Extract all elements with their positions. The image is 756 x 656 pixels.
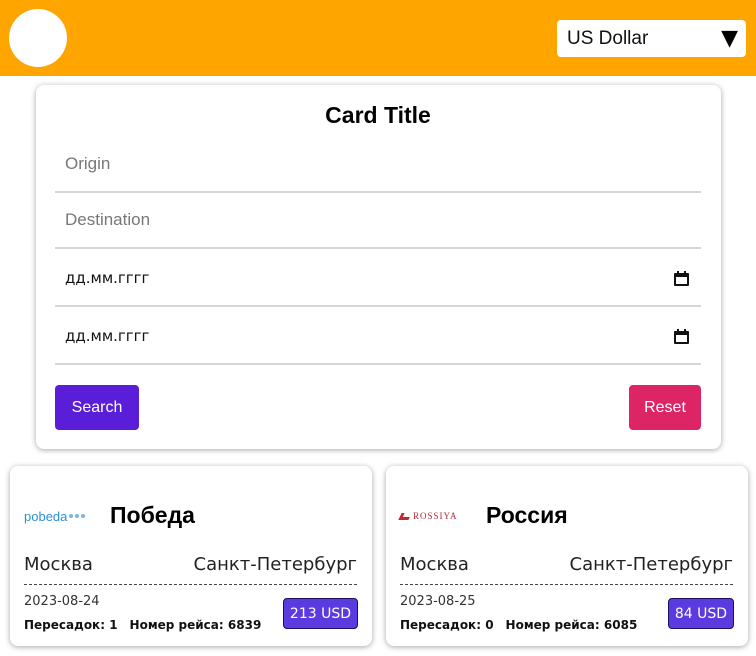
flight-number-label: Номер рейса: — [505, 618, 600, 632]
destination-placeholder: Destination — [65, 210, 151, 229]
currency-selected-label: US Dollar — [567, 27, 649, 49]
currency-select[interactable]: US Dollar ▼ — [557, 20, 746, 57]
top-header: US Dollar ▼ — [0, 0, 756, 76]
origin-placeholder: Origin — [65, 154, 111, 173]
flight-number: 6085 — [603, 618, 638, 632]
transfers-label: Пересадок: — [24, 618, 105, 632]
pobeda-logo: pobeda — [24, 508, 86, 524]
origin-field[interactable]: Origin — [55, 137, 701, 193]
transfers-count: 1 — [109, 618, 118, 632]
return-date-placeholder: дд.мм.гггг — [65, 327, 150, 345]
price-badge: 213 USD — [282, 598, 358, 629]
caret-down-icon: ▼ — [721, 25, 738, 51]
flight-number: 6839 — [227, 618, 262, 632]
transfers-label: Пересадок: — [400, 618, 481, 632]
destination-city: Санкт-Петербург — [569, 554, 733, 575]
logo-text: ROSSIYA — [413, 511, 458, 521]
return-date-field[interactable]: дд.мм.гггг — [55, 309, 701, 365]
card-title: Card Title — [325, 102, 431, 128]
price-badge: 84 USD — [667, 598, 734, 629]
flight-meta: Пересадок: 1 Номер рейса: 6839 — [24, 618, 261, 632]
transfers-count: 0 — [485, 618, 494, 632]
search-button[interactable]: Search — [55, 385, 139, 430]
airline-name: Победа — [110, 502, 195, 528]
depart-date-field[interactable]: дд.мм.гггг — [55, 251, 701, 307]
origin-city: Москва — [400, 554, 469, 575]
flight-date: 2023-08-25 — [400, 594, 476, 609]
origin-city: Москва — [24, 554, 93, 575]
flight-number-label: Номер рейса: — [129, 618, 224, 632]
rossiya-logo: ROSSIYA — [398, 508, 458, 524]
logo-text: pobeda — [24, 508, 68, 524]
route: Москва Санкт-Петербург — [400, 554, 733, 585]
destination-field[interactable]: Destination — [55, 193, 701, 249]
destination-city: Санкт-Петербург — [193, 554, 357, 575]
depart-date-placeholder: дд.мм.гггг — [65, 269, 150, 287]
reset-button[interactable]: Reset — [629, 385, 701, 430]
route: Москва Санкт-Петербург — [24, 554, 357, 585]
flight-card[interactable]: ROSSIYA Россия Москва Санкт-Петербург 20… — [386, 466, 748, 646]
flight-card[interactable]: pobeda Победа Москва Санкт-Петербург 202… — [10, 466, 372, 646]
swoosh-icon — [398, 512, 412, 520]
flight-date: 2023-08-24 — [24, 594, 100, 609]
calendar-icon[interactable] — [674, 270, 689, 286]
airline-name: Россия — [486, 502, 568, 528]
calendar-icon[interactable] — [674, 328, 689, 344]
avatar[interactable] — [9, 9, 67, 67]
flight-meta: Пересадок: 0 Номер рейса: 6085 — [400, 618, 637, 632]
